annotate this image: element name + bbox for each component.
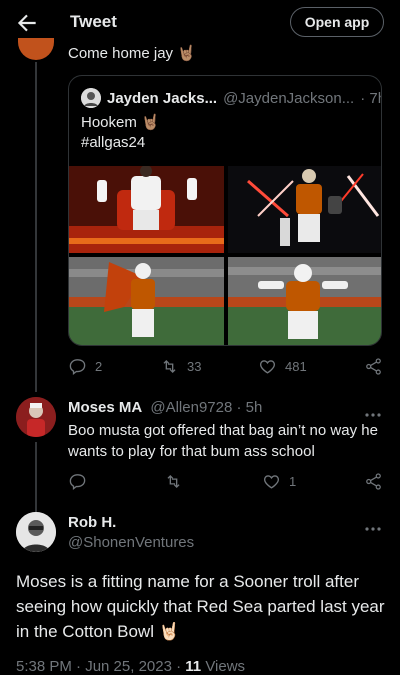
retweet-icon [167, 474, 180, 488]
media-photo[interactable] [69, 166, 224, 253]
like-count: 1 [289, 473, 297, 489]
tweet-text: Moses is a fitting name for a Sooner tro… [16, 572, 385, 641]
like-button[interactable]: 481 [258, 357, 307, 376]
reply-icon [69, 473, 86, 490]
more-options-icon[interactable] [364, 405, 382, 417]
quoted-time: · 7h [360, 89, 381, 107]
avatar[interactable] [16, 512, 56, 552]
quoted-tweet-header: Jayden Jacks... @JaydenJackson... · 7h [81, 88, 381, 108]
avatar[interactable] [16, 397, 56, 437]
media-grid [69, 166, 381, 345]
quote-action-bar: 2 33 481 [68, 354, 384, 378]
media-photo[interactable] [228, 166, 381, 253]
tweet-meta: 5:38 PM · Jun 25, 2023 · 11 Views [16, 658, 245, 675]
media-photo[interactable] [69, 257, 224, 345]
reply-header: Moses MA @Allen9728 · 5h [68, 399, 262, 416]
heart-icon [259, 359, 276, 374]
view-count: 11 [185, 658, 202, 675]
heart-icon [263, 474, 280, 489]
quoted-author-name: Jayden Jacks... [107, 89, 218, 107]
more-options-icon[interactable] [364, 519, 382, 531]
share-icon [366, 357, 381, 375]
quoted-text-line: Hookem 🤘🏽 [81, 114, 160, 131]
quoted-tweet-text: Hookem 🤘🏽 #allgas24 [81, 113, 160, 153]
reply-author-handle: @Allen9728 · 5h [150, 399, 263, 416]
share-button[interactable] [364, 472, 383, 491]
quoted-tweet-card[interactable]: Jayden Jacks... @JaydenJackson... · 7h H… [68, 75, 382, 346]
retweet-button[interactable] [164, 472, 183, 491]
page-title: Tweet [70, 12, 117, 31]
open-app-button[interactable]: Open app [290, 7, 384, 37]
quoted-hashtag: #allgas24 [81, 134, 146, 151]
parent-tweet-text: Come home jay 🤘🏽 [68, 45, 196, 62]
top-bar: Tweet Open app [0, 0, 400, 46]
thread-connector [35, 442, 37, 512]
like-button[interactable]: 1 [262, 472, 296, 491]
retweet-count: 33 [187, 358, 202, 374]
media-photo[interactable] [228, 257, 381, 345]
author-name[interactable]: Rob H. [68, 514, 116, 531]
reply-count: 2 [95, 358, 103, 374]
tweet-timestamp[interactable]: 5:38 PM · Jun 25, 2023 · [16, 658, 181, 675]
parent-avatar[interactable] [18, 38, 54, 60]
retweet-button[interactable]: 33 [160, 357, 201, 376]
reply-author-name: Moses MA [68, 399, 143, 416]
reply-icon [69, 358, 86, 375]
thread-connector [35, 62, 37, 392]
share-icon [366, 472, 381, 490]
author-handle[interactable]: @ShonenVentures [68, 534, 194, 551]
like-count: 481 [285, 358, 307, 374]
back-arrow-icon[interactable] [14, 10, 40, 36]
reply-button[interactable] [68, 472, 87, 491]
quoted-author-handle: @JaydenJackson... [223, 89, 355, 107]
views-label: Views [205, 658, 246, 675]
retweet-icon [163, 359, 176, 373]
reply-action-bar: 1 [68, 469, 384, 493]
reply-button[interactable]: 2 [68, 357, 102, 376]
quoted-avatar [81, 88, 101, 108]
share-button[interactable] [364, 357, 383, 376]
reply-text: Boo musta got offered that bag ain’t no … [68, 422, 378, 460]
